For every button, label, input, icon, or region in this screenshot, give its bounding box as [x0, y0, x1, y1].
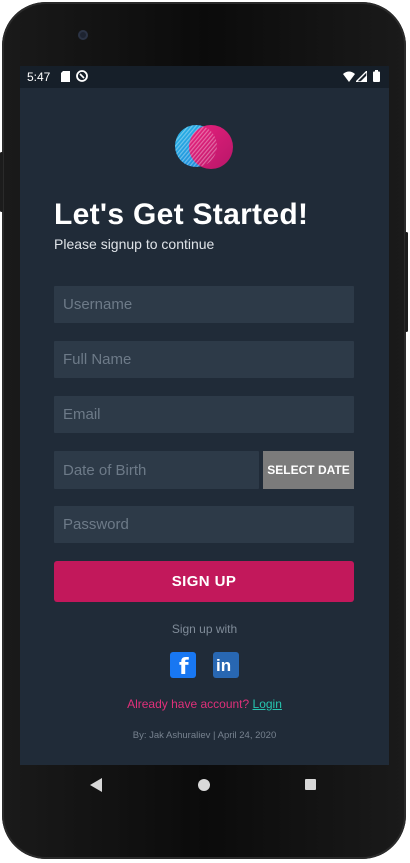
page-subtitle: Please signup to continue: [54, 236, 215, 252]
signup-with-label: Sign up with: [171, 622, 238, 636]
notification-icon: [76, 70, 88, 82]
recents-icon[interactable]: [305, 779, 316, 790]
back-icon[interactable]: [90, 778, 102, 792]
signup-button[interactable]: SIGN UP: [54, 561, 354, 602]
wifi-icon: [343, 71, 355, 82]
username-input[interactable]: [54, 286, 354, 323]
front-camera: [78, 30, 88, 40]
linkedin-icon[interactable]: in: [213, 652, 239, 678]
page-title: Let's Get Started!: [54, 198, 309, 231]
home-icon[interactable]: [198, 779, 210, 791]
select-date-button[interactable]: SELECT DATE: [263, 451, 354, 489]
password-input[interactable]: [54, 506, 354, 543]
nav-bar: [20, 765, 389, 805]
app-logo: [175, 125, 233, 169]
status-time: 5:47: [27, 70, 51, 84]
email-input[interactable]: [54, 396, 354, 433]
login-link[interactable]: Login: [253, 697, 282, 711]
fullname-input[interactable]: [54, 341, 354, 378]
dob-input[interactable]: [54, 451, 259, 489]
account-prompt: Already have account? Login: [20, 697, 389, 711]
power-button: [0, 152, 3, 212]
app-screen: 5:47 Let's Get Started! Please signup to…: [20, 66, 389, 765]
status-bar: 5:47: [20, 66, 389, 88]
battery-icon: [373, 70, 380, 82]
sd-card-icon: [61, 71, 70, 82]
facebook-icon[interactable]: f: [170, 652, 196, 680]
credit-text: By: Jak Ashuraliev | April 24, 2020: [132, 730, 277, 741]
account-prompt-text: Already have account?: [127, 697, 250, 711]
volume-button: [405, 232, 408, 332]
signal-icon: [356, 71, 367, 82]
